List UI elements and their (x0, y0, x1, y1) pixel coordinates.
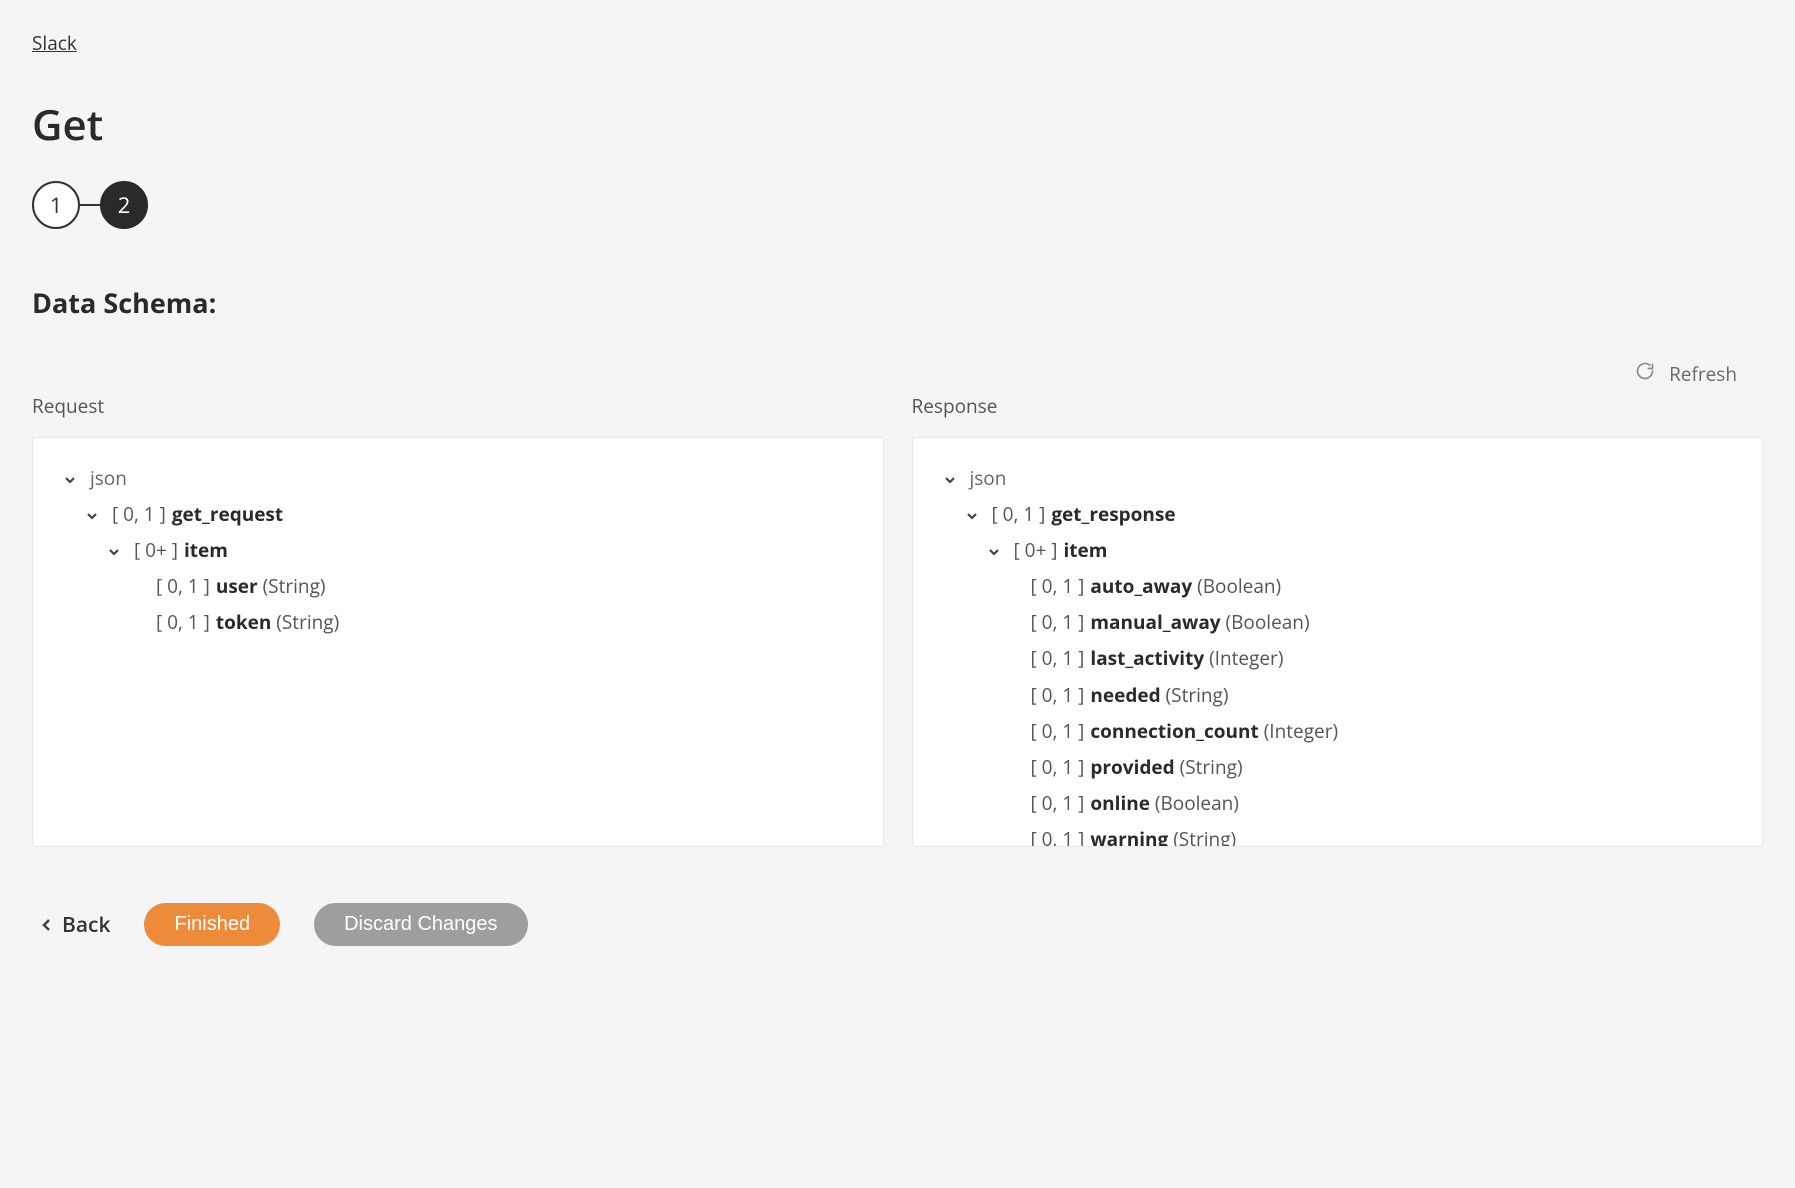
back-label: Back (62, 911, 110, 939)
step-2[interactable]: 2 (100, 181, 148, 229)
tree-leaf[interactable]: [ 0, 1 ]warning (String) (1007, 821, 1735, 847)
step-connector (80, 204, 100, 206)
refresh-label: Refresh (1669, 361, 1737, 387)
page-title: Get (32, 96, 1763, 153)
tree-toggle[interactable] (985, 546, 1003, 558)
tree-leaf[interactable]: [ 0, 1 ]provided (String) (1007, 749, 1735, 785)
tree-leaf[interactable]: [ 0, 1 ]connection_count (Integer) (1007, 713, 1735, 749)
finished-button[interactable]: Finished (144, 903, 280, 946)
tree-root-label: json (969, 465, 1006, 491)
tree-leaf[interactable]: [ 0, 1 ]user (String) (127, 568, 855, 604)
tree-node-item[interactable]: [ 0+ ]item (134, 537, 228, 563)
response-panel-body: json [ 0, 1 ]get_response [ 0+ ]item (912, 437, 1764, 847)
response-panel: Response json [ 0, 1 ]get_response (912, 393, 1764, 847)
request-panel: Request json [ 0, 1 ]get_request (32, 393, 884, 847)
refresh-button[interactable]: Refresh (1635, 361, 1737, 387)
footer-actions: Back Finished Discard Changes (32, 903, 1763, 946)
tree-toggle[interactable] (105, 546, 123, 558)
tree-node-item[interactable]: [ 0+ ]item (1013, 537, 1107, 563)
tree-node-get-request[interactable]: [ 0, 1 ]get_request (112, 501, 283, 527)
stepper: 1 2 (32, 181, 1763, 229)
response-panel-label: Response (912, 393, 1764, 419)
chevron-left-icon (42, 911, 52, 939)
tree-leaf[interactable]: [ 0, 1 ]auto_away (Boolean) (1007, 568, 1735, 604)
request-panel-body: json [ 0, 1 ]get_request [ 0+ ]item (32, 437, 884, 847)
tree-root-label: json (90, 465, 127, 491)
tree-node-get-response[interactable]: [ 0, 1 ]get_response (991, 501, 1175, 527)
step-1[interactable]: 1 (32, 181, 80, 229)
tree-toggle[interactable] (61, 474, 79, 486)
request-panel-label: Request (32, 393, 884, 419)
tree-toggle[interactable] (963, 510, 981, 522)
tree-leaf[interactable]: [ 0, 1 ]online (Boolean) (1007, 785, 1735, 821)
tree-toggle[interactable] (941, 474, 959, 486)
tree-toggle[interactable] (83, 510, 101, 522)
tree-leaf[interactable]: [ 0, 1 ]token (String) (127, 604, 855, 640)
breadcrumb-slack[interactable]: Slack (32, 30, 77, 56)
discard-changes-button[interactable]: Discard Changes (314, 903, 527, 946)
tree-leaf[interactable]: [ 0, 1 ]last_activity (Integer) (1007, 640, 1735, 676)
tree-leaf[interactable]: [ 0, 1 ]needed (String) (1007, 677, 1735, 713)
refresh-icon (1635, 361, 1655, 387)
tree-leaf[interactable]: [ 0, 1 ]manual_away (Boolean) (1007, 604, 1735, 640)
back-button[interactable]: Back (42, 911, 110, 939)
section-title-data-schema: Data Schema: (32, 284, 1763, 321)
